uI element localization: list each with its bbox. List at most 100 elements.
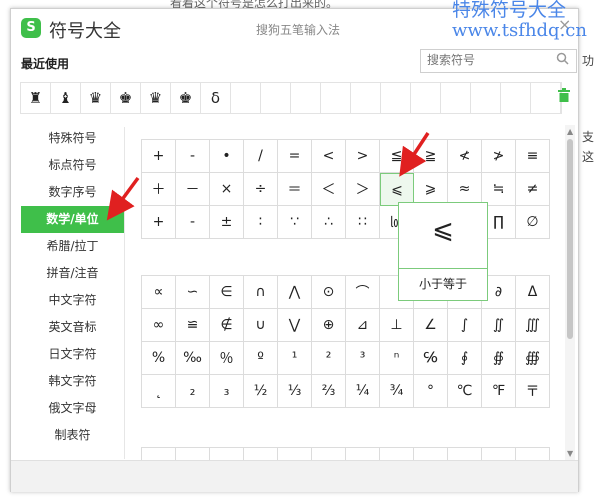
symbol-cell[interactable]: ℅ <box>414 342 448 375</box>
trash-icon[interactable] <box>558 88 570 106</box>
recent-symbol-cell[interactable] <box>471 83 501 113</box>
symbol-cell[interactable]: ＞ <box>346 173 380 206</box>
sidebar-item[interactable]: 特殊符号 <box>21 125 124 152</box>
symbol-cell[interactable]: ≡ <box>516 140 550 173</box>
symbol-cell[interactable]: ₂ <box>176 375 210 408</box>
symbol-cell[interactable]: ˛ <box>142 375 176 408</box>
search-box[interactable] <box>420 49 577 73</box>
symbol-cell[interactable]: ∠ <box>414 309 448 342</box>
symbol-cell[interactable]: ∩ <box>244 276 278 309</box>
sidebar-item[interactable]: 数学/单位 <box>21 206 124 233</box>
symbol-cell[interactable]: ≯ <box>482 140 516 173</box>
search-input[interactable] <box>427 52 547 68</box>
symbol-cell[interactable] <box>278 448 312 460</box>
sidebar-item[interactable]: 韩文字符 <box>21 368 124 395</box>
symbol-cell[interactable]: ∶ <box>244 206 278 239</box>
symbol-cell[interactable] <box>312 448 346 460</box>
recent-symbol-cell[interactable]: ♜ <box>21 83 51 113</box>
symbol-cell[interactable] <box>380 448 414 460</box>
symbol-cell[interactable]: ∷ <box>346 206 380 239</box>
symbol-cell[interactable]: - <box>176 140 210 173</box>
recent-symbol-cell[interactable] <box>501 83 531 113</box>
scrollbar-thumb[interactable] <box>567 139 573 339</box>
symbol-cell[interactable]: × <box>210 173 244 206</box>
symbol-cell[interactable] <box>210 448 244 460</box>
recent-symbol-cell[interactable]: ♚ <box>111 83 141 113</box>
symbol-cell[interactable]: ＜ <box>312 173 346 206</box>
recent-symbol-cell[interactable]: ♝ <box>51 83 81 113</box>
sidebar-item[interactable]: 俄文字母 <box>21 395 124 422</box>
symbol-cell[interactable]: ≠ <box>516 173 550 206</box>
symbol-cell[interactable]: - <box>176 206 210 239</box>
symbol-cell[interactable]: ≦ <box>380 140 414 173</box>
symbol-cell[interactable]: ＋ <box>142 173 176 206</box>
symbol-cell[interactable] <box>482 448 516 460</box>
recent-symbol-cell[interactable] <box>291 83 321 113</box>
symbol-cell[interactable]: º <box>244 342 278 375</box>
recent-symbol-cell[interactable] <box>231 83 261 113</box>
symbol-cell[interactable]: ∮ <box>448 342 482 375</box>
symbol-cell[interactable]: ⊥ <box>380 309 414 342</box>
recent-symbol-cell[interactable]: ♛ <box>141 83 171 113</box>
recent-symbol-cell[interactable] <box>381 83 411 113</box>
symbol-cell[interactable]: ∰ <box>516 342 550 375</box>
scroll-down-icon[interactable]: ▼ <box>567 449 573 458</box>
recent-symbol-cell[interactable] <box>321 83 351 113</box>
symbol-cell[interactable]: ≧ <box>414 140 448 173</box>
symbol-cell[interactable]: ∬ <box>482 309 516 342</box>
symbol-cell[interactable]: ％ <box>210 342 244 375</box>
symbol-cell[interactable]: ¾ <box>380 375 414 408</box>
symbol-cell[interactable]: ⅓ <box>278 375 312 408</box>
symbol-cell[interactable]: ≮ <box>448 140 482 173</box>
symbol-cell[interactable]: ∝ <box>142 276 176 309</box>
symbol-cell[interactable]: ₃ <box>210 375 244 408</box>
recent-symbol-cell[interactable] <box>351 83 381 113</box>
symbol-cell[interactable]: ≌ <box>176 309 210 342</box>
symbol-cell[interactable]: ∽ <box>176 276 210 309</box>
recent-symbol-cell[interactable]: ♛ <box>81 83 111 113</box>
symbol-cell[interactable]: ∴ <box>312 206 346 239</box>
symbol-cell[interactable]: ‰ <box>176 342 210 375</box>
symbol-cell[interactable]: ∯ <box>482 342 516 375</box>
symbol-cell[interactable]: ⊙ <box>312 276 346 309</box>
recent-symbol-cell[interactable] <box>261 83 291 113</box>
symbol-cell[interactable]: ℉ <box>482 375 516 408</box>
symbol-cell[interactable]: ² <box>312 342 346 375</box>
symbol-cell[interactable]: < <box>312 140 346 173</box>
symbol-cell[interactable]: + <box>142 140 176 173</box>
symbol-cell[interactable]: ⊿ <box>346 309 380 342</box>
symbol-cell[interactable]: Δ <box>516 276 550 309</box>
symbol-cell[interactable]: ± <box>210 206 244 239</box>
symbol-cell[interactable]: % <box>142 342 176 375</box>
sidebar-item[interactable]: 标点符号 <box>21 152 124 179</box>
recent-symbol-cell[interactable] <box>411 83 441 113</box>
symbol-cell[interactable]: ∅ <box>516 206 550 239</box>
scroll-up-icon[interactable]: ▲ <box>567 127 573 136</box>
symbol-cell[interactable] <box>448 448 482 460</box>
symbol-cell[interactable]: + <box>142 206 176 239</box>
symbol-cell[interactable]: ÷ <box>244 173 278 206</box>
symbol-cell[interactable] <box>516 448 550 460</box>
symbol-cell[interactable]: ＝ <box>278 173 312 206</box>
symbol-cell[interactable]: ∪ <box>244 309 278 342</box>
symbol-cell[interactable]: ∭ <box>516 309 550 342</box>
sidebar-item[interactable]: 英文音标 <box>21 314 124 341</box>
sidebar-item[interactable]: 拼音/注音 <box>21 260 124 287</box>
recent-symbol-cell[interactable]: ♚ <box>171 83 201 113</box>
symbol-cell[interactable]: ⅔ <box>312 375 346 408</box>
symbol-cell[interactable]: / <box>244 140 278 173</box>
sidebar-item[interactable]: 希腊/拉丁 <box>21 233 124 260</box>
symbol-cell[interactable]: 〒 <box>516 375 550 408</box>
symbol-cell[interactable]: ¼ <box>346 375 380 408</box>
sidebar-item[interactable]: 制表符 <box>21 422 124 449</box>
sidebar-item[interactable]: 中文字符 <box>21 287 124 314</box>
symbol-cell[interactable]: ⌒ <box>346 276 380 309</box>
symbol-cell[interactable]: ⁿ <box>380 342 414 375</box>
symbol-cell[interactable]: = <box>278 140 312 173</box>
symbol-cell[interactable] <box>414 448 448 460</box>
symbol-cell[interactable]: ° <box>414 375 448 408</box>
sidebar-item[interactable]: 数字序号 <box>21 179 124 206</box>
symbol-cell[interactable]: ∞ <box>142 309 176 342</box>
symbol-cell[interactable]: > <box>346 140 380 173</box>
symbol-cell[interactable]: ¹ <box>278 342 312 375</box>
